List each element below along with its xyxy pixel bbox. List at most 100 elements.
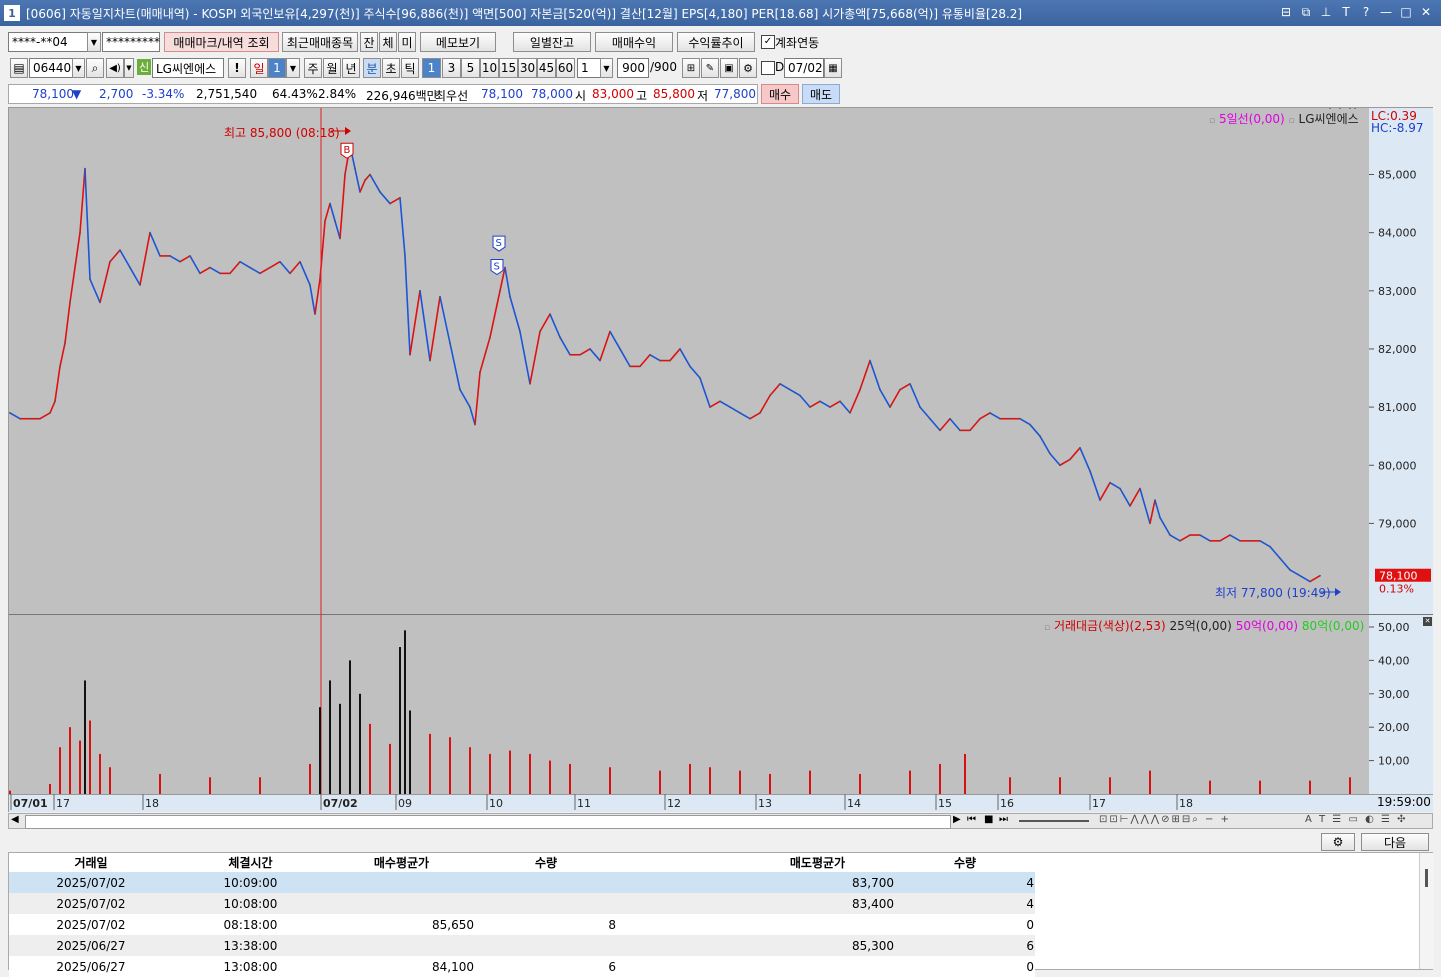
col-header-date[interactable]: 거래일 bbox=[9, 853, 173, 872]
sell-button[interactable]: 매도 bbox=[802, 84, 840, 104]
unexecuted-tab[interactable]: 미 bbox=[398, 32, 416, 52]
data-count-input[interactable]: 900 bbox=[617, 58, 649, 78]
forward-icon[interactable]: ⏭ bbox=[999, 814, 1008, 825]
col-header-buy-avg[interactable]: 매수평균가 bbox=[328, 853, 475, 872]
account-input[interactable]: ****-**04 bbox=[8, 32, 88, 52]
price-point bbox=[359, 191, 361, 193]
minute-3-tab[interactable]: 3 bbox=[442, 58, 461, 78]
col-header-time[interactable]: 체결시간 bbox=[173, 853, 328, 872]
memo-button[interactable]: 메모보기 bbox=[420, 32, 496, 52]
settings-icon[interactable]: ⚙ bbox=[1321, 833, 1355, 851]
time-tick-label: 16 bbox=[1000, 797, 1014, 810]
price-point bbox=[339, 237, 341, 240]
minute-1-tab[interactable]: 1 bbox=[422, 58, 441, 78]
help-icon[interactable]: ? bbox=[1359, 4, 1373, 20]
executed-tab[interactable]: 체 bbox=[379, 32, 397, 52]
period-minute-tab[interactable]: 분 bbox=[363, 58, 381, 78]
table-row[interactable]: 2025/07/02 10:09:00 83,700 4 bbox=[9, 872, 1035, 893]
draw-tools-icon[interactable]: ⊡⊡⊢⋀⋀⋀⊘⊞⊟⌕ − + bbox=[1099, 814, 1231, 825]
text-tools-icon[interactable]: A T ☰ ▭ ◐ ☰ ✣ bbox=[1305, 814, 1408, 825]
period-second-tab[interactable]: 초 bbox=[382, 58, 400, 78]
period-tick-tab[interactable]: 틱 bbox=[401, 58, 419, 78]
maximize-icon[interactable]: □ bbox=[1399, 4, 1413, 20]
price-point bbox=[64, 342, 66, 345]
scroll-left-icon[interactable]: ◀ bbox=[11, 814, 19, 825]
close-icon[interactable]: ✕ bbox=[1419, 4, 1433, 20]
indicator-icon[interactable]: ⊞ bbox=[682, 58, 700, 78]
daily-balance-button[interactable]: 일별잔고 bbox=[513, 32, 591, 52]
font-icon[interactable]: T bbox=[1339, 4, 1353, 20]
price-point bbox=[519, 330, 521, 333]
scroll-right-icon[interactable]: ▶ bbox=[953, 814, 961, 825]
minute-60-tab[interactable]: 60 bbox=[556, 58, 575, 78]
volume-tick-label: 20,00 bbox=[1378, 721, 1410, 734]
buy-button[interactable]: 매수 bbox=[761, 84, 799, 104]
copy-icon[interactable]: ⧉ bbox=[1299, 4, 1313, 20]
col-header-sell-qty[interactable]: 수량 bbox=[895, 853, 1035, 872]
table-row[interactable]: 2025/07/02 08:18:00 85,650 8 0 bbox=[9, 914, 1035, 935]
close-panel-icon[interactable]: ✕ bbox=[1423, 617, 1432, 626]
balance-tab[interactable]: 잔 bbox=[360, 32, 378, 52]
price-point bbox=[129, 266, 131, 269]
date-input[interactable]: 07/02 bbox=[784, 58, 824, 78]
gear-icon[interactable]: ⚙ bbox=[739, 58, 757, 78]
rewind-icon[interactable]: ⏮ bbox=[967, 814, 976, 825]
minute-15-tab[interactable]: 15 bbox=[499, 58, 518, 78]
account-dropdown[interactable]: ▼ bbox=[87, 32, 101, 52]
col-header-sell-avg[interactable]: 매도평균가 bbox=[740, 853, 895, 872]
stock-name-field: LG씨엔에스 bbox=[152, 58, 224, 78]
profit-rate-button[interactable]: 수익률추이 bbox=[677, 32, 755, 52]
price-segment bbox=[529, 331, 541, 384]
search-icon[interactable]: ⌕ bbox=[86, 58, 104, 78]
pin-icon[interactable]: ⊥ bbox=[1319, 4, 1333, 20]
account-link-checkbox[interactable]: ✓ bbox=[761, 35, 775, 49]
draw-tool-icon[interactable]: ✎ bbox=[701, 58, 719, 78]
period-day-tab[interactable]: 일 bbox=[250, 58, 268, 78]
code-dropdown[interactable]: ▼ bbox=[72, 58, 85, 78]
next-button[interactable]: 다음 bbox=[1361, 833, 1429, 851]
layout-icon[interactable]: ⊟ bbox=[1279, 4, 1293, 20]
change-percent: -3.34% bbox=[142, 87, 185, 101]
price-segment bbox=[489, 290, 501, 338]
price-point bbox=[979, 417, 981, 420]
period-month-tab[interactable]: 월 bbox=[323, 58, 341, 78]
custom-period-dropdown[interactable]: ▼ bbox=[600, 58, 613, 78]
price-segment bbox=[1059, 458, 1071, 466]
custom-period-input[interactable]: 1 bbox=[577, 58, 601, 78]
scroll-thumb[interactable] bbox=[25, 815, 951, 829]
trade-profit-button[interactable]: 매매수익 bbox=[595, 32, 673, 52]
stock-code-input[interactable]: 064400 bbox=[29, 58, 79, 78]
table-scroll-thumb[interactable] bbox=[1425, 869, 1428, 887]
price-point bbox=[269, 266, 271, 269]
minute-10-tab[interactable]: 10 bbox=[480, 58, 499, 78]
period-year-tab[interactable]: 년 bbox=[342, 58, 360, 78]
minute-45-tab[interactable]: 45 bbox=[537, 58, 556, 78]
volume-bar bbox=[939, 763, 941, 794]
stock-list-icon[interactable]: ▤ bbox=[10, 58, 28, 78]
recent-stock-button[interactable]: 최근매매종목 bbox=[282, 32, 358, 52]
day-count-dropdown[interactable]: ▼ bbox=[286, 58, 300, 78]
password-input[interactable]: ********* bbox=[102, 32, 160, 52]
save-icon[interactable]: ▣ bbox=[720, 58, 738, 78]
minimize-icon[interactable]: — bbox=[1379, 4, 1393, 20]
zoom-slider[interactable] bbox=[1019, 820, 1089, 822]
stop-icon[interactable]: ■ bbox=[984, 814, 993, 825]
table-row[interactable]: 2025/06/27 13:08:00 84,100 6 0 bbox=[9, 956, 1035, 977]
table-scrollbar[interactable] bbox=[1419, 853, 1434, 969]
minute-5-tab[interactable]: 5 bbox=[461, 58, 480, 78]
price-segment bbox=[269, 261, 281, 269]
speaker-icon[interactable]: ◀) bbox=[106, 58, 124, 78]
table-row[interactable]: 2025/07/02 10:08:00 83,400 4 bbox=[9, 893, 1035, 914]
minute-30-tab[interactable]: 30 bbox=[518, 58, 537, 78]
day-count-field[interactable]: 1 bbox=[268, 58, 286, 78]
alert-button[interactable]: ! bbox=[228, 58, 246, 78]
table-row[interactable]: 2025/06/27 13:38:00 85,300 6 bbox=[9, 935, 1035, 956]
price-point bbox=[229, 272, 231, 275]
mark-query-button[interactable]: 매매마크/내역 조회 bbox=[164, 32, 279, 52]
period-week-tab[interactable]: 주 bbox=[304, 58, 322, 78]
chart-scrollbar[interactable]: ◀ ▶ ⏮ ■ ⏭ ⊡⊡⊢⋀⋀⋀⊘⊞⊟⌕ − + A T ☰ ▭ ◐ ☰ ✣ bbox=[8, 813, 1433, 829]
col-header-buy-qty[interactable]: 수량 bbox=[475, 853, 617, 872]
sound-dropdown[interactable]: ▼ bbox=[124, 58, 134, 78]
date-checkbox[interactable] bbox=[761, 61, 775, 75]
calendar-icon[interactable]: ▦ bbox=[824, 58, 842, 78]
